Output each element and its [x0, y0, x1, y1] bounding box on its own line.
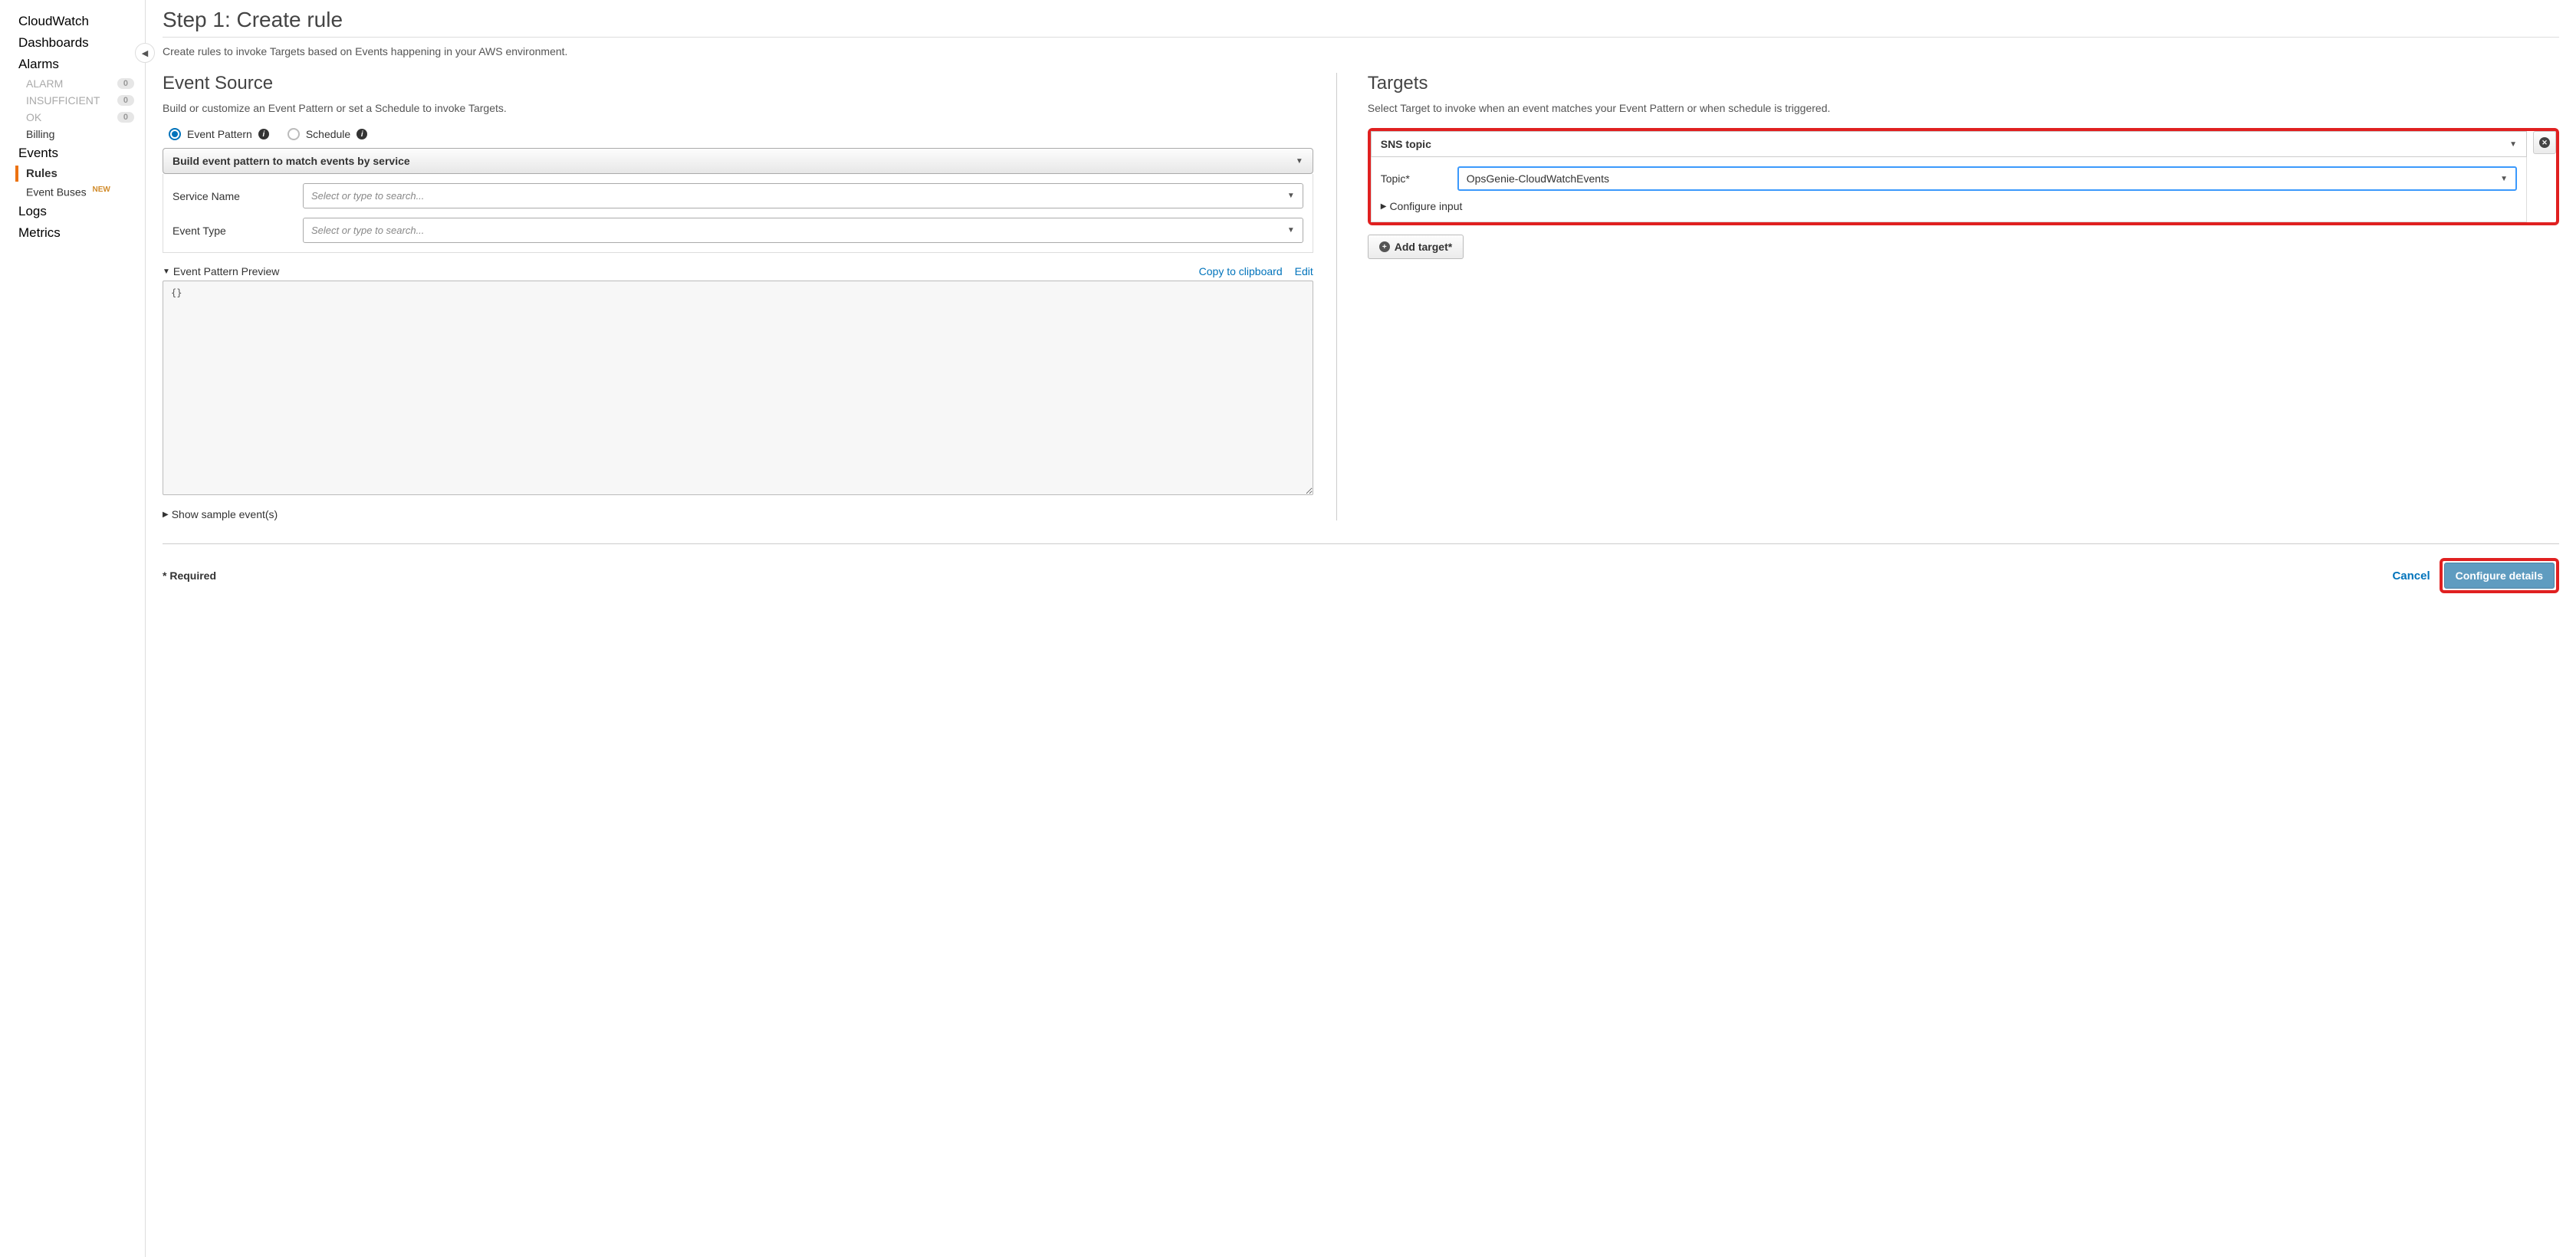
configure-input-toggle[interactable]: ▶ Configure input	[1381, 200, 2517, 212]
sidebar-sub-alarm[interactable]: ALARM 0	[0, 75, 145, 92]
count-badge: 0	[117, 112, 134, 123]
targets-desc: Select Target to invoke when an event ma…	[1368, 102, 2559, 114]
caret-down-icon: ▼	[1287, 226, 1295, 235]
event-type-label: Event Type	[172, 225, 303, 237]
close-icon: ✕	[2539, 137, 2550, 148]
cancel-button[interactable]: Cancel	[2392, 569, 2430, 583]
caret-down-icon: ▼	[1296, 157, 1303, 166]
sidebar-sub-billing[interactable]: Billing	[0, 126, 145, 143]
target-type-select[interactable]: SNS topic ▼	[1371, 131, 2527, 157]
edit-link[interactable]: Edit	[1295, 265, 1313, 277]
sidebar-item-dashboards[interactable]: Dashboards	[0, 32, 145, 54]
add-target-button[interactable]: + Add target*	[1368, 235, 1464, 259]
sidebar-item-events[interactable]: Events	[0, 143, 145, 164]
radio-icon	[169, 128, 181, 140]
service-name-label: Service Name	[172, 190, 303, 202]
sidebar-item-alarms[interactable]: Alarms	[0, 54, 145, 75]
remove-target-button[interactable]: ✕	[2533, 131, 2556, 154]
triangle-down-icon: ▼	[163, 267, 170, 276]
targets-column: Targets Select Target to invoke when an …	[1368, 73, 2559, 520]
topic-select[interactable]: OpsGenie-CloudWatchEvents ▼	[1457, 166, 2517, 191]
new-badge: NEW	[93, 185, 110, 194]
copy-to-clipboard-link[interactable]: Copy to clipboard	[1199, 265, 1283, 277]
radio-icon	[288, 128, 300, 140]
radio-schedule[interactable]: Schedule i	[288, 128, 367, 140]
info-icon[interactable]: i	[356, 129, 367, 139]
page-title: Step 1: Create rule	[163, 8, 2559, 38]
count-badge: 0	[117, 78, 134, 89]
configure-details-highlight: Configure details	[2440, 558, 2559, 593]
plus-icon: +	[1379, 241, 1390, 252]
triangle-right-icon: ▶	[163, 510, 169, 519]
count-badge: 0	[117, 95, 134, 106]
collapse-sidebar-icon[interactable]: ◀	[135, 43, 155, 63]
event-source-title: Event Source	[163, 73, 1313, 94]
build-pattern-dropdown[interactable]: Build event pattern to match events by s…	[163, 148, 1313, 174]
show-sample-events-toggle[interactable]: ▶ Show sample event(s)	[163, 508, 1313, 520]
targets-title: Targets	[1368, 73, 2559, 94]
caret-down-icon: ▼	[2500, 175, 2508, 183]
sidebar-item-logs[interactable]: Logs	[0, 201, 145, 222]
sidebar-sub-insufficient[interactable]: INSUFFICIENT 0	[0, 92, 145, 109]
event-pattern-preview-textarea[interactable]	[163, 281, 1313, 495]
info-icon[interactable]: i	[258, 129, 269, 139]
event-source-desc: Build or customize an Event Pattern or s…	[163, 102, 1313, 114]
topic-label: Topic*	[1381, 172, 1442, 185]
service-name-select[interactable]: Select or type to search... ▼	[303, 183, 1303, 208]
sidebar-item-rules[interactable]: Rules	[0, 164, 145, 183]
caret-down-icon: ▼	[1287, 192, 1295, 200]
sidebar-sub-ok[interactable]: OK 0	[0, 109, 145, 126]
event-type-select[interactable]: Select or type to search... ▼	[303, 218, 1303, 243]
sidebar-item-event-buses[interactable]: Event Buses NEW	[0, 183, 145, 201]
event-pattern-preview-toggle[interactable]: ▼ Event Pattern Preview	[163, 265, 279, 277]
event-source-column: Event Source Build or customize an Event…	[163, 73, 1337, 520]
page-subtitle: Create rules to invoke Targets based on …	[163, 45, 2559, 57]
required-note: * Required	[163, 569, 216, 582]
configure-details-button[interactable]: Configure details	[2444, 563, 2555, 589]
sidebar: CloudWatch Dashboards Alarms ALARM 0 INS…	[0, 0, 146, 1257]
triangle-right-icon: ▶	[1381, 202, 1387, 211]
caret-down-icon: ▼	[2509, 140, 2517, 149]
target-block-highlight: SNS topic ▼ Topic* OpsGenie-CloudWatchEv…	[1368, 128, 2559, 225]
main-content: Step 1: Create rule Create rules to invo…	[146, 0, 2576, 1257]
sidebar-item-cloudwatch[interactable]: CloudWatch	[0, 11, 145, 32]
radio-event-pattern[interactable]: Event Pattern i	[169, 128, 269, 140]
sidebar-item-metrics[interactable]: Metrics	[0, 222, 145, 244]
